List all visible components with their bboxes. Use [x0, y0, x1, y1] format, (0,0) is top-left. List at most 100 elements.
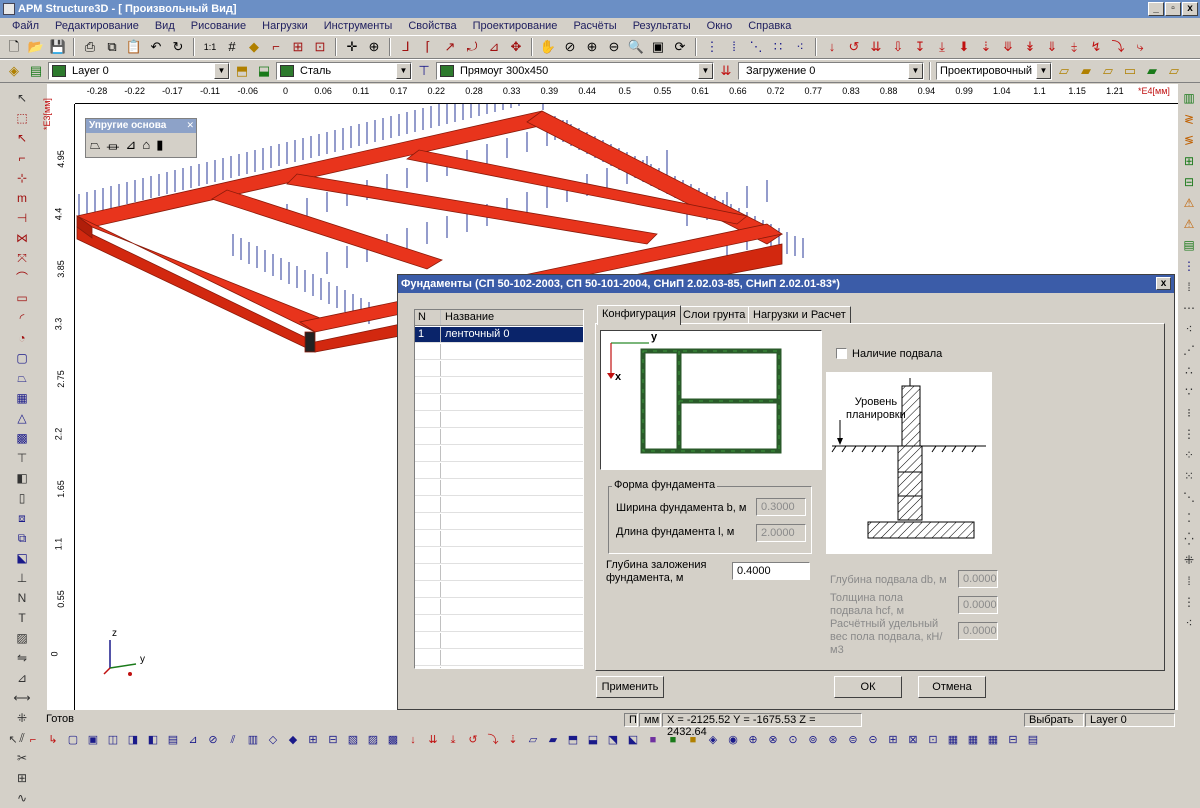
zoom-in-icon[interactable]: ⊕: [582, 37, 602, 57]
load-14-icon[interactable]: ⤷: [1130, 37, 1150, 57]
load-3-icon[interactable]: ⇩: [888, 37, 908, 57]
result-25-icon[interactable]: ⋮: [1179, 593, 1199, 612]
result-5-icon[interactable]: ⊟: [1179, 173, 1199, 192]
node-coord-icon[interactable]: ⊹: [12, 169, 32, 188]
sector-icon[interactable]: ◔: [12, 329, 32, 348]
b-9-icon[interactable]: ⫽: [224, 731, 242, 749]
chevron-down-icon[interactable]: ▼: [908, 63, 923, 79]
chevron-down-icon[interactable]: ▼: [698, 63, 713, 79]
plate-rect-icon[interactable]: ▢: [12, 349, 32, 368]
close-icon[interactable]: ✕: [186, 120, 194, 131]
section-icon[interactable]: ⊤: [414, 61, 434, 81]
rect-icon[interactable]: ▭: [12, 289, 32, 308]
b-38-icon[interactable]: ⊚: [804, 731, 822, 749]
b-4-icon[interactable]: ◨: [124, 731, 142, 749]
support-icon[interactable]: ⊥: [12, 569, 32, 588]
b-29-icon[interactable]: ⬕: [624, 731, 642, 749]
mirror-icon[interactable]: ⊿: [484, 37, 504, 57]
layer-select[interactable]: Layer 0 ▼: [48, 62, 230, 80]
pan-icon[interactable]: ✋: [538, 37, 558, 57]
plate-quad-icon[interactable]: ⏢: [12, 369, 32, 388]
beam-add-icon[interactable]: ⊣: [12, 209, 32, 228]
crosshair-icon[interactable]: ✛: [342, 37, 362, 57]
view-mode-5-icon[interactable]: ⁖: [790, 37, 810, 57]
spring-5-icon[interactable]: ▮: [156, 137, 163, 156]
result-18-icon[interactable]: ⁘: [1179, 446, 1199, 465]
layer-stack-icon[interactable]: ▤: [26, 61, 46, 81]
b-26-icon[interactable]: ⬒: [564, 731, 582, 749]
menu-tools[interactable]: Инструменты: [316, 18, 401, 35]
length-field[interactable]: 2.0000: [756, 524, 806, 542]
spring-3-icon[interactable]: ⊿: [125, 137, 136, 156]
tab-loads-calculation[interactable]: Нагрузки и Расчет: [748, 306, 851, 324]
new-file-icon[interactable]: 🗋: [4, 37, 24, 57]
axis-icon[interactable]: ⅃: [396, 37, 416, 57]
view-mode-4-icon[interactable]: ∷: [768, 37, 788, 57]
beam-icon[interactable]: ⌈: [418, 37, 438, 57]
load-distributed-icon[interactable]: ⇊: [866, 37, 886, 57]
b-37-icon[interactable]: ⊙: [784, 731, 802, 749]
result-7-icon[interactable]: ⚠: [1179, 215, 1199, 234]
b-31-icon[interactable]: ■: [664, 731, 682, 749]
triangle-icon[interactable]: △: [12, 409, 32, 428]
b-5-icon[interactable]: ◧: [144, 731, 162, 749]
spring-2-icon[interactable]: ⏛: [106, 137, 119, 156]
load-moment-icon[interactable]: ↺: [844, 37, 864, 57]
paste-icon[interactable]: 📋: [124, 37, 144, 57]
b-23-icon[interactable]: ⇣: [504, 731, 522, 749]
b-16-icon[interactable]: ▨: [364, 731, 382, 749]
b-14-icon[interactable]: ⊟: [324, 731, 342, 749]
wave-icon[interactable]: ∿: [12, 789, 32, 808]
load-7-icon[interactable]: ⇣: [976, 37, 996, 57]
result-20-icon[interactable]: ⋱: [1179, 488, 1199, 507]
b-2-icon[interactable]: ▣: [84, 731, 102, 749]
result-10-icon[interactable]: ⁞: [1179, 278, 1199, 297]
result-13-icon[interactable]: ⋰: [1179, 341, 1199, 360]
render-3-icon[interactable]: ▱: [1098, 61, 1118, 81]
target-icon[interactable]: ⊕: [364, 37, 384, 57]
chevron-down-icon[interactable]: ▼: [396, 63, 411, 79]
floor-weight-field[interactable]: 0.0000: [958, 622, 998, 640]
move-icon[interactable]: ✥: [506, 37, 526, 57]
node-icon[interactable]: ⌐: [266, 37, 286, 57]
result-15-icon[interactable]: ∵: [1179, 383, 1199, 402]
cancel-button[interactable]: Отмена: [918, 676, 986, 698]
mode-select[interactable]: Проектировочный ▼: [936, 62, 1052, 80]
spring-4-icon[interactable]: ⌂: [142, 137, 150, 156]
mesh-gen-icon[interactable]: ⧈: [12, 509, 32, 528]
view-mode-2-icon[interactable]: ⁞: [724, 37, 744, 57]
load-4-icon[interactable]: ↧: [910, 37, 930, 57]
layer-copy-icon[interactable]: ⬓: [254, 61, 274, 81]
measure-icon[interactable]: m: [12, 189, 32, 208]
pipe-icon[interactable]: ⌒: [12, 269, 32, 288]
render-6-icon[interactable]: ▱: [1164, 61, 1184, 81]
b-18-icon[interactable]: ↓: [404, 731, 422, 749]
b-46-icon[interactable]: ▦: [964, 731, 982, 749]
load-10-icon[interactable]: ⇓: [1042, 37, 1062, 57]
snap-icon[interactable]: ◆: [244, 37, 264, 57]
b-11-icon[interactable]: ◇: [264, 731, 282, 749]
ruler-icon[interactable]: ⊿: [12, 669, 32, 688]
apply-button[interactable]: Применить: [596, 676, 664, 698]
dialog-close-button[interactable]: x: [1156, 277, 1171, 290]
normal-icon[interactable]: N: [12, 589, 32, 608]
render-2-icon[interactable]: ▰: [1076, 61, 1096, 81]
result-22-icon[interactable]: ⁛: [1179, 530, 1199, 549]
rotate-tool-icon[interactable]: ⤾: [462, 37, 482, 57]
tool-grid-icon[interactable]: ⊞: [12, 769, 32, 788]
load-force-icon[interactable]: ↓: [822, 37, 842, 57]
result-14-icon[interactable]: ∴: [1179, 362, 1199, 381]
load-5-icon[interactable]: ⤓: [932, 37, 952, 57]
list-item[interactable]: 1 ленточный 0: [415, 327, 583, 343]
result-26-icon[interactable]: ⁖: [1179, 614, 1199, 633]
grid-icon[interactable]: #: [222, 37, 242, 57]
b-17-icon[interactable]: ▩: [384, 731, 402, 749]
load-13-icon[interactable]: ⤵: [1108, 37, 1128, 57]
b-6-icon[interactable]: ▤: [164, 731, 182, 749]
b-43-icon[interactable]: ⊠: [904, 731, 922, 749]
node-add-icon[interactable]: ⌐: [12, 149, 32, 168]
arc-icon[interactable]: ◜: [12, 309, 32, 328]
b-15-icon[interactable]: ▧: [344, 731, 362, 749]
b-48-icon[interactable]: ⊟: [1004, 731, 1022, 749]
depth-field[interactable]: 0.4000: [732, 562, 810, 580]
